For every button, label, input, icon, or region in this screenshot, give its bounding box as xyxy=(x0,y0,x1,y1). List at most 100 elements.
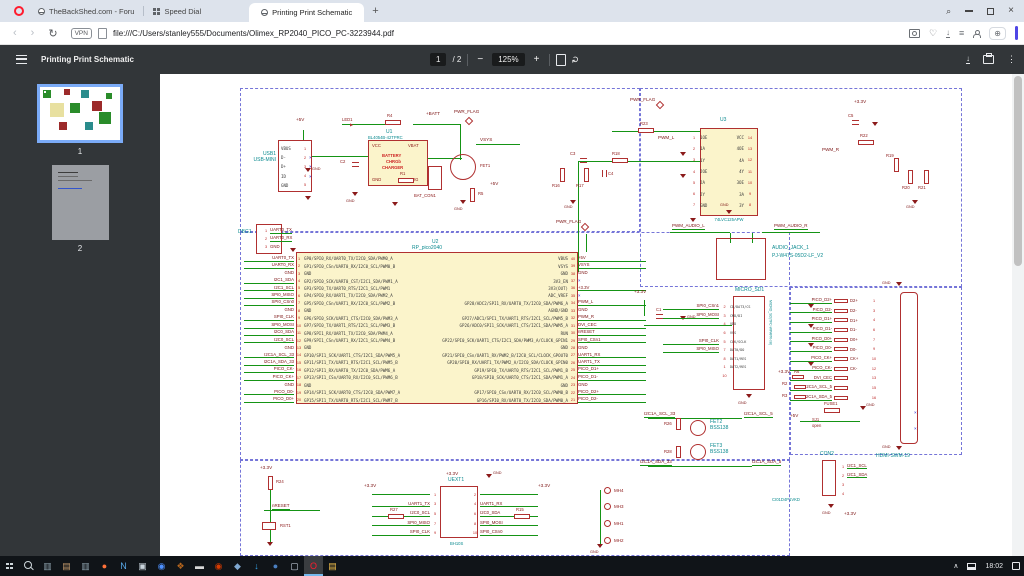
opera-logo-icon[interactable] xyxy=(14,6,24,16)
taskbar-app-icon[interactable]: ▬ xyxy=(190,556,209,576)
nc-mark: × xyxy=(914,410,917,415)
con2-pin-row: 3 xyxy=(839,480,899,489)
reading-list-icon[interactable]: ≡ xyxy=(959,29,964,38)
profile-icon[interactable] xyxy=(973,30,980,37)
r18-resistor xyxy=(612,158,628,163)
pwr-flag-label: PWR_FLAG xyxy=(454,110,479,115)
wire xyxy=(670,232,730,233)
u2-pin-row: GP26/ADC0/SPI1_SCK/UART1_CTS/I2C1_SDA/PW… xyxy=(412,322,648,329)
pdf-content: 1 2 xyxy=(0,74,1024,556)
restore-button[interactable] xyxy=(987,8,994,15)
toolbar-divider xyxy=(549,54,550,66)
gnd-label: GND xyxy=(866,404,874,408)
bookmark-heart-icon[interactable]: ♡ xyxy=(929,29,937,38)
hole-icon xyxy=(604,537,611,544)
taskbar-app-icon[interactable]: O xyxy=(304,556,323,576)
wire xyxy=(600,490,601,546)
r22-resistor xyxy=(858,140,874,145)
scrollbar[interactable] xyxy=(1012,74,1024,556)
microsd-ref: MICRO_SD1 xyxy=(735,288,764,294)
vpn-badge[interactable]: VPN xyxy=(71,28,92,39)
network-icon[interactable] xyxy=(967,563,976,570)
thumbnail-preview xyxy=(58,172,78,173)
gnd-symbol xyxy=(808,343,814,347)
pdf-toolbar: Printing Print Schematic 1 / 2 − 125% + … xyxy=(0,45,1024,74)
u3-pin-row: VCC 14 xyxy=(716,132,760,143)
close-button[interactable]: × xyxy=(1008,6,1014,16)
taskbar-app-icon[interactable]: ▢ xyxy=(285,556,304,576)
taskbar-app-icon[interactable]: ● xyxy=(266,556,285,576)
back-button[interactable]: ‹ xyxy=(13,27,17,39)
clock[interactable]: 18:02 xyxy=(985,563,1003,570)
thumbnail-page-2[interactable] xyxy=(52,165,109,240)
u2-value: RP_pico2040 xyxy=(412,246,442,252)
pdf-page: USB1 USB-MINI VBUS 1 D- 2 × D+ 3 xyxy=(160,74,1012,556)
tab-speed-dial[interactable]: Speed Dial xyxy=(147,0,207,22)
minimize-button[interactable] xyxy=(965,10,973,12)
series-resistor xyxy=(834,386,848,390)
taskbar-app-icon[interactable]: ▣ xyxy=(133,556,152,576)
u2-pin-row: 3V3_EN 37 × xyxy=(412,277,648,284)
taskbar-search-icon[interactable] xyxy=(19,556,38,576)
print-icon[interactable] xyxy=(983,55,994,64)
series-resistor xyxy=(834,318,848,322)
taskbar-app-icon[interactable]: N xyxy=(114,556,133,576)
u2-pin-row: VSYS 39 VSYS xyxy=(412,262,648,269)
start-button[interactable] xyxy=(0,556,19,576)
taskbar-app-icon[interactable]: ● xyxy=(95,556,114,576)
page-number-input[interactable]: 1 xyxy=(430,53,446,66)
fit-page-icon[interactable] xyxy=(556,54,566,66)
hdmi-signal-row: PICO_CK- CK- 12 xyxy=(790,364,896,374)
r1-resistor xyxy=(398,178,414,183)
taskbar-app-icon[interactable]: ▥ xyxy=(76,556,95,576)
tab-search-icon[interactable]: ⌕ xyxy=(946,6,951,17)
gnd-symbol xyxy=(352,192,358,196)
reload-button[interactable]: ↻ xyxy=(48,27,57,40)
download-icon[interactable]: ↓ xyxy=(966,55,970,64)
u2-pin-row: GP20/SPI0_RX/UART1_TX/PWM2_A/I2C0_SDA/CL… xyxy=(412,359,648,366)
menu-hamburger-icon[interactable] xyxy=(16,55,27,64)
pwm-audio-r-net: PWM_AUDIO_R xyxy=(774,224,808,230)
taskbar-app-icon[interactable]: ◆ xyxy=(228,556,247,576)
sd-pin-row: SPI0_CLK 5 CLK/SCLK xyxy=(663,337,767,346)
snapshot-icon[interactable] xyxy=(909,29,920,38)
thumbnail-label: 2 xyxy=(37,244,123,253)
taskbar-app-icon[interactable]: ▤ xyxy=(57,556,76,576)
taskbar-app-icon[interactable]: ▤ xyxy=(323,556,342,576)
audio-jack-value: PJ-W47S-05D2-LF_V2 xyxy=(772,254,823,260)
more-options-icon[interactable]: ⋮ xyxy=(1007,54,1016,65)
zoom-in-button[interactable]: + xyxy=(531,54,543,65)
taskbar-app-icon[interactable]: ❖ xyxy=(171,556,190,576)
downloads-icon[interactable]: ↓ xyxy=(946,29,950,38)
u3-pin-row: 3OE 10 xyxy=(716,177,760,188)
new-tab-button[interactable]: + xyxy=(372,5,378,17)
sd-pin-row: SPI0_CSn1 2 CD/DAT3/CS xyxy=(663,303,767,312)
u2-pin-row: 3V3(OUT) 36 +3.3V xyxy=(412,285,648,292)
url-text[interactable]: file:///C:/Users/stanley555/Documents/Ol… xyxy=(113,29,909,38)
taskbar-app-icon[interactable]: ▥ xyxy=(38,556,57,576)
tab-thebackshed[interactable]: TheBackShed.com - Foru xyxy=(32,0,140,22)
forward-button[interactable]: › xyxy=(31,27,35,39)
scrollbar-thumb[interactable] xyxy=(1014,76,1022,266)
fet2-symbol xyxy=(690,420,706,436)
mh-row: MH2 xyxy=(604,532,664,549)
thumbnail-page-1[interactable] xyxy=(37,84,123,143)
nc-mark: × xyxy=(914,426,917,431)
zoom-out-button[interactable]: − xyxy=(474,54,486,65)
u1-body-text: BATTERY xyxy=(382,154,401,158)
zoom-level[interactable]: 125% xyxy=(492,53,524,66)
tab-printing-print-schematic[interactable]: Printing Print Schematic xyxy=(249,3,364,22)
taskbar-app-icon[interactable]: ↓ xyxy=(247,556,266,576)
uext-pin-row: SPI0_CLK 9 10 SPI0_CSn0 xyxy=(372,528,546,538)
tray-chevron-icon[interactable]: ∧ xyxy=(953,562,958,570)
fet1-label: FET1 xyxy=(480,164,490,168)
u3-pin-row: 3A 9 xyxy=(716,188,760,199)
easy-setup-icon[interactable]: ⊕ xyxy=(989,27,1006,40)
taskbar-app-icon[interactable]: ◉ xyxy=(209,556,228,576)
taskbar-app-icon[interactable]: ◉ xyxy=(152,556,171,576)
r19-label: R19 xyxy=(886,154,894,158)
action-center-icon[interactable] xyxy=(1012,562,1020,570)
fuse1-symbol xyxy=(824,408,840,413)
u2-pin-row: GP22/SPI0_SCK/UART1_CTS/I2C1_SDA/PWM3_A/… xyxy=(412,337,648,344)
rotate-icon[interactable]: ↻ xyxy=(570,56,581,64)
